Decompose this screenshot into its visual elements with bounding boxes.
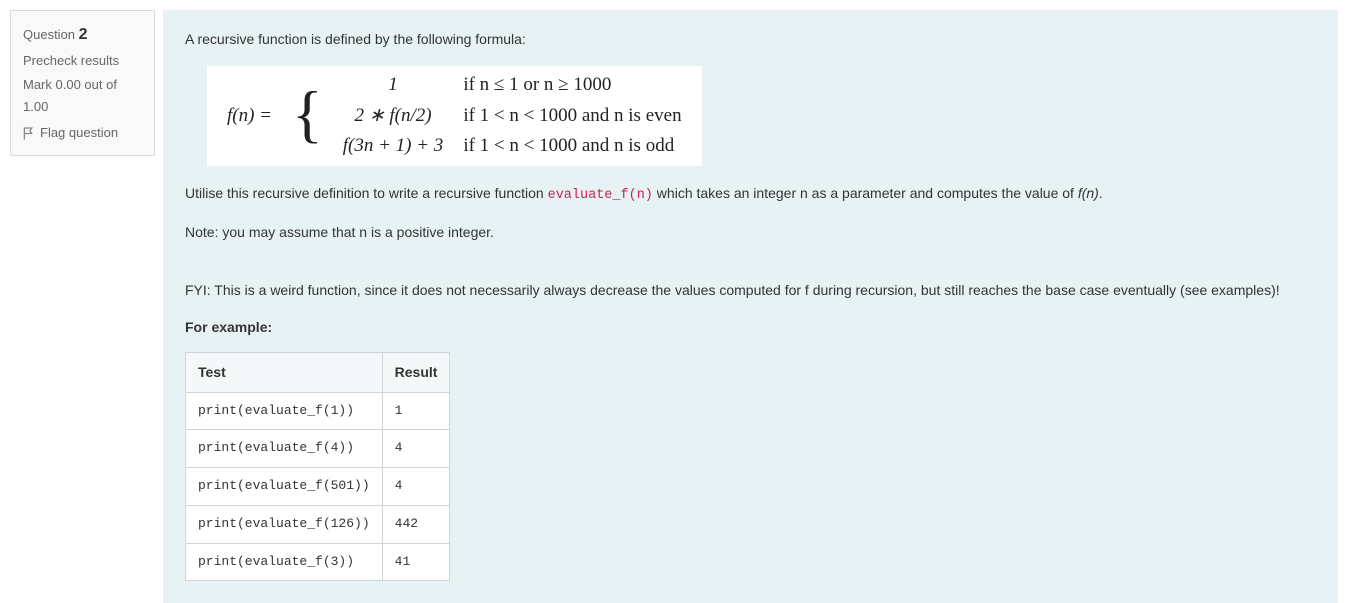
table-row: print(evaluate_f(3)) 41 bbox=[186, 543, 450, 581]
instruction-pre: Utilise this recursive definition to wri… bbox=[185, 185, 548, 201]
for-example-label: For example: bbox=[185, 316, 1316, 338]
table-result-cell: 4 bbox=[382, 468, 450, 506]
formula-value-0: 1 bbox=[333, 70, 454, 100]
table-row: print(evaluate_f(126)) 442 bbox=[186, 505, 450, 543]
example-table: Test Result print(evaluate_f(1)) 1 print… bbox=[185, 352, 450, 581]
instruction-code: evaluate_f(n) bbox=[548, 188, 653, 203]
intro-text: A recursive function is defined by the f… bbox=[185, 28, 1316, 50]
instruction-paragraph: Utilise this recursive definition to wri… bbox=[185, 182, 1316, 207]
flag-icon bbox=[23, 127, 34, 140]
table-test-cell: print(evaluate_f(126)) bbox=[186, 505, 383, 543]
question-label-text: Question bbox=[23, 27, 75, 42]
formula-lhs: f(n) = bbox=[217, 70, 282, 161]
flag-label: Flag question bbox=[40, 122, 118, 144]
table-result-cell: 4 bbox=[382, 430, 450, 468]
instruction-post: which takes an integer n as a parameter … bbox=[653, 185, 1078, 201]
table-row: print(evaluate_f(1)) 1 bbox=[186, 392, 450, 430]
question-content: A recursive function is defined by the f… bbox=[163, 10, 1338, 603]
instruction-fn: f(n) bbox=[1078, 185, 1099, 201]
table-test-cell: print(evaluate_f(501)) bbox=[186, 468, 383, 506]
formula-cond-1: if 1 < n < 1000 and n is even bbox=[453, 101, 691, 131]
table-row: print(evaluate_f(4)) 4 bbox=[186, 430, 450, 468]
table-test-cell: print(evaluate_f(4)) bbox=[186, 430, 383, 468]
note-text: Note: you may assume that n is a positiv… bbox=[185, 221, 1316, 243]
formula-cond-2: if 1 < n < 1000 and n is odd bbox=[453, 131, 691, 161]
question-info-panel: Question 2 Precheck results Mark 0.00 ou… bbox=[10, 10, 155, 156]
flag-question-link[interactable]: Flag question bbox=[23, 122, 142, 144]
question-number-value: 2 bbox=[79, 26, 88, 43]
table-result-cell: 1 bbox=[382, 392, 450, 430]
instruction-end: . bbox=[1099, 185, 1103, 201]
fyi-text: FYI: This is a weird function, since it … bbox=[185, 279, 1316, 301]
table-test-cell: print(evaluate_f(1)) bbox=[186, 392, 383, 430]
formula-block: f(n) = { 1 if n ≤ 1 or n ≥ 1000 2 ∗ f(n/… bbox=[207, 66, 702, 165]
formula-value-1: 2 ∗ f(n/2) bbox=[333, 101, 454, 131]
formula-brace: { bbox=[282, 68, 333, 159]
table-test-cell: print(evaluate_f(3)) bbox=[186, 543, 383, 581]
formula-value-2: f(3n + 1) + 3 bbox=[333, 131, 454, 161]
question-number: Question 2 bbox=[23, 21, 142, 48]
table-row: print(evaluate_f(501)) 4 bbox=[186, 468, 450, 506]
table-header-result: Result bbox=[382, 353, 450, 392]
table-result-cell: 442 bbox=[382, 505, 450, 543]
formula-cond-0: if n ≤ 1 or n ≥ 1000 bbox=[453, 70, 691, 100]
mark-score: Mark 0.00 out of 1.00 bbox=[23, 74, 142, 118]
table-header-test: Test bbox=[186, 353, 383, 392]
precheck-results: Precheck results bbox=[23, 50, 142, 72]
table-result-cell: 41 bbox=[382, 543, 450, 581]
